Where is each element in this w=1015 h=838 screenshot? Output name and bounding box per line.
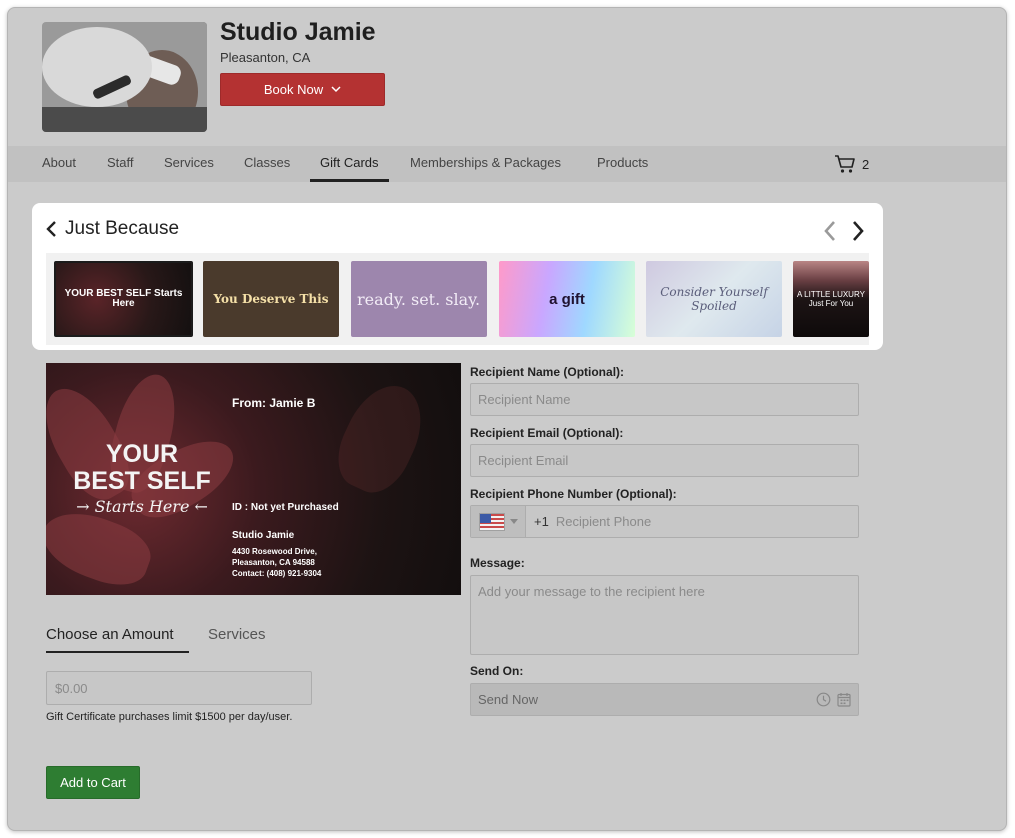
tab-classes[interactable]: Classes: [244, 146, 290, 182]
message-textarea[interactable]: [470, 575, 859, 655]
tab-choose-amount[interactable]: Choose an Amount: [46, 626, 189, 653]
card-studio-name: Studio Jamie: [232, 530, 295, 541]
card-address-line-1: 4430 Rosewood Drive,: [232, 547, 317, 556]
tab-gift-cards[interactable]: Gift Cards: [310, 146, 389, 182]
country-code-select[interactable]: [471, 506, 526, 537]
app-window: Studio Jamie Pleasanton, CA Book Now Abo…: [7, 7, 1007, 831]
card-id: ID : Not yet Purchased: [232, 502, 339, 513]
carousel-next-icon[interactable]: [850, 220, 866, 242]
card-line-3: → Starts Here ←: [76, 497, 208, 516]
calendar-icon[interactable]: [837, 692, 851, 707]
gift-card-preview: YOUR BEST SELF → Starts Here ← From: Jam…: [46, 363, 461, 595]
tab-services[interactable]: Services: [164, 146, 214, 182]
gift-card-thumb[interactable]: You Deserve This: [203, 261, 339, 337]
card-address-line-2: Pleasanton, CA 94588: [232, 558, 315, 567]
purchase-limit-note: Gift Certificate purchases limit $1500 p…: [46, 711, 293, 723]
recipient-email-input[interactable]: [470, 444, 859, 477]
card-from: From: Jamie B: [232, 396, 316, 410]
recipient-name-input[interactable]: [470, 383, 859, 416]
cart-icon: [835, 155, 855, 173]
studio-header: Studio Jamie Pleasanton, CA Book Now: [8, 8, 1006, 146]
recipient-phone-field: +1: [470, 505, 859, 538]
send-on-label: Send On:: [470, 664, 524, 678]
card-line-2: BEST SELF: [73, 467, 211, 495]
gift-card-thumb[interactable]: A LITTLE LUXURY Just For You: [793, 261, 869, 337]
tab-services-amount[interactable]: Services: [208, 626, 266, 653]
tab-staff[interactable]: Staff: [107, 146, 134, 182]
studio-name: Studio Jamie: [220, 18, 376, 46]
carousel-header[interactable]: Just Because: [45, 218, 179, 240]
gift-card-thumb[interactable]: a gift: [499, 261, 635, 337]
gift-card-thumb[interactable]: Consider Yourself Spoiled: [646, 261, 782, 337]
chevron-down-icon: [331, 86, 341, 93]
send-on-icons: [816, 692, 851, 707]
tab-products[interactable]: Products: [597, 146, 648, 182]
book-now-label: Book Now: [263, 82, 324, 97]
us-flag-icon: [478, 512, 505, 531]
card-strip: YOUR BEST SELF Starts Here You Deserve T…: [46, 253, 869, 345]
recipient-email-label: Recipient Email (Optional):: [470, 426, 624, 440]
tab-about[interactable]: About: [42, 146, 76, 182]
recipient-phone-label: Recipient Phone Number (Optional):: [470, 487, 677, 501]
main-nav: About Staff Services Classes Gift Cards …: [8, 146, 1006, 182]
studio-photo: [42, 22, 207, 132]
gift-card-carousel: Just Because YOUR BEST SELF Starts Here …: [32, 203, 883, 350]
cart-count: 2: [862, 156, 870, 172]
flower-petal: [326, 373, 436, 503]
cart-button[interactable]: 2: [834, 154, 869, 174]
recipient-phone-input[interactable]: [548, 506, 858, 537]
phone-prefix: +1: [534, 514, 549, 529]
gift-card-thumb[interactable]: ready. set. slay.: [351, 261, 487, 337]
add-to-cart-button[interactable]: Add to Cart: [46, 766, 140, 799]
send-on-field[interactable]: Send Now: [470, 683, 859, 716]
studio-location: Pleasanton, CA: [220, 50, 311, 65]
tab-memberships-packages[interactable]: Memberships & Packages: [410, 146, 561, 182]
card-contact: Contact: (408) 921-9304: [232, 569, 322, 578]
card-address: 4430 Rosewood Drive, Pleasanton, CA 9458…: [232, 546, 321, 579]
card-line-1: YOUR: [105, 440, 179, 468]
amount-input[interactable]: [46, 671, 312, 705]
card-headline: YOUR BEST SELF → Starts Here ←: [62, 440, 222, 517]
send-on-value: Send Now: [478, 692, 538, 707]
message-label: Message:: [470, 556, 525, 570]
clock-icon[interactable]: [816, 692, 831, 707]
caret-down-icon: [509, 519, 518, 524]
studio-photo-illustration: [42, 22, 207, 132]
gift-card-thumb[interactable]: YOUR BEST SELF Starts Here: [54, 261, 193, 337]
back-chevron-icon[interactable]: [45, 220, 57, 238]
carousel-prev-icon[interactable]: [822, 220, 838, 242]
book-now-button[interactable]: Book Now: [220, 73, 385, 106]
recipient-name-label: Recipient Name (Optional):: [470, 365, 625, 379]
carousel-title: Just Because: [65, 218, 180, 239]
